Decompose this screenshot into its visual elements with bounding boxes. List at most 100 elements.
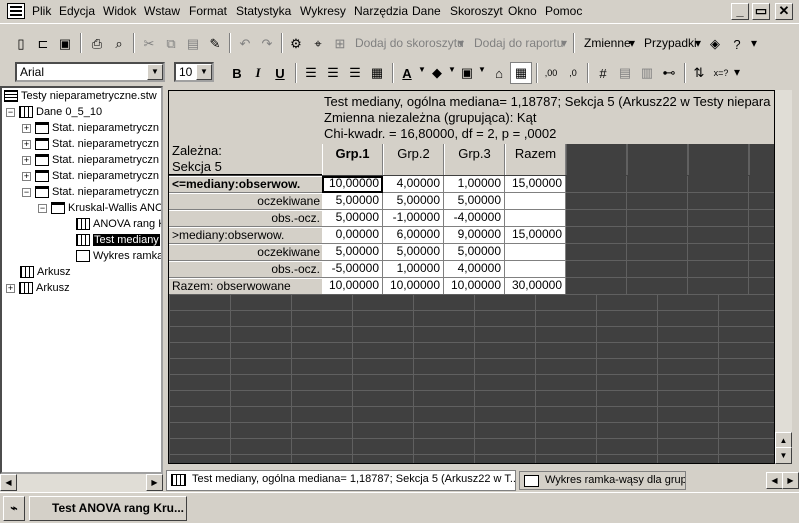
formula-icon[interactable]: x=? (710, 62, 732, 84)
table-cell[interactable]: -1,00000 (383, 210, 444, 227)
help-icon[interactable]: ? (726, 33, 748, 55)
toolbar-overflow-icon[interactable]: ▾ (751, 36, 757, 50)
tree-median-test[interactable]: Test mediany (76, 232, 160, 248)
open-folder-icon[interactable]: ⊏ (32, 33, 54, 55)
chart-icon[interactable]: ⌁ (3, 496, 25, 521)
table-cell[interactable] (505, 210, 566, 227)
cases-button[interactable]: Przypadki (644, 36, 697, 50)
scroll-down-icon[interactable]: ▼ (775, 447, 792, 464)
restore-button[interactable]: ▭ (752, 3, 770, 20)
collapse-icon[interactable]: − (22, 187, 31, 197)
copy-icon[interactable]: ⧉ (160, 33, 182, 55)
tree-sheet[interactable]: Arkusz (20, 264, 71, 280)
results-spreadsheet[interactable]: Test mediany, ogólna mediana= 1,18787; S… (168, 90, 775, 464)
menu-format[interactable]: Format (189, 4, 227, 18)
tree-kruskal[interactable]: − Kruskal-Wallis ANC (38, 200, 161, 216)
sheet-vertical-scrollbar[interactable]: ▲ ▼ (775, 90, 792, 464)
minimize-button[interactable]: _ (731, 3, 749, 20)
expand-icon[interactable]: + (6, 283, 15, 293)
table-cell[interactable] (505, 193, 566, 210)
row-label[interactable]: Razem: obserwowane (169, 278, 322, 295)
borders-icon[interactable]: ▣ (456, 62, 478, 84)
grid-table-icon[interactable]: # (592, 62, 614, 84)
tree-stat-item[interactable]: + Stat. nieparametryczn (22, 120, 159, 136)
align-right-icon[interactable]: ☰ (344, 62, 366, 84)
table-cell[interactable]: 30,00000 (505, 278, 566, 295)
font-select[interactable]: Arial ▼ (15, 62, 165, 82)
tree-horizontal-scrollbar[interactable]: ◀ ▶ (0, 474, 163, 492)
tree-root[interactable]: Testy nieparametryczne.stw (4, 88, 157, 104)
workbook-tree[interactable]: Testy nieparametryczne.stw − Dane 0_5_10… (0, 86, 163, 474)
cell-format-icon[interactable]: ▦ (366, 62, 388, 84)
table-cell[interactable]: 5,00000 (444, 193, 505, 210)
table-cell[interactable]: -4,00000 (444, 210, 505, 227)
add-to-workbook-dropdown-icon[interactable]: ▾ (458, 36, 464, 50)
expand-icon[interactable]: + (22, 139, 31, 149)
font-color-dropdown-icon[interactable]: ▼ (418, 65, 426, 74)
borders-dropdown-icon[interactable]: ▼ (478, 65, 486, 74)
table-cell[interactable]: 5,00000 (383, 244, 444, 261)
add-to-report-dropdown-icon[interactable]: ▾ (561, 36, 567, 50)
fill-color-dropdown-icon[interactable]: ▼ (448, 65, 456, 74)
save-icon[interactable]: ▣ (54, 33, 76, 55)
tree-stat-item[interactable]: + Stat. nieparametryczn (22, 136, 159, 152)
table-tool-icon[interactable]: ▤ (614, 62, 636, 84)
close-button[interactable]: ✕ (775, 3, 793, 20)
variables-dropdown-icon[interactable]: ▾ (629, 36, 635, 50)
tree-anova[interactable]: ANOVA rang K (76, 216, 161, 232)
table-cell[interactable]: 10,00000 (322, 176, 383, 193)
graph-tool-icon[interactable]: ▥ (636, 62, 658, 84)
variables-button[interactable]: Zmienne (584, 36, 631, 50)
align-center-icon[interactable]: ☰ (322, 62, 344, 84)
menu-wstaw[interactable]: Wstaw (144, 4, 180, 18)
underline-button[interactable]: U (269, 62, 291, 84)
bold-button[interactable]: B (226, 62, 248, 84)
table-cell[interactable]: 15,00000 (505, 176, 566, 193)
align-left-icon[interactable]: ☰ (300, 62, 322, 84)
gridlines-icon[interactable]: ▦ (510, 62, 532, 84)
sort-icon[interactable]: ⇅ (688, 62, 710, 84)
table-cell[interactable]: 15,00000 (505, 227, 566, 244)
column-header[interactable]: Grp.3 (444, 144, 505, 175)
row-label[interactable]: obs.-ocz. (169, 261, 322, 278)
table-cell[interactable]: 4,00000 (383, 176, 444, 193)
scroll-right-icon[interactable]: ▶ (146, 474, 163, 491)
table-cell[interactable]: 5,00000 (322, 193, 383, 210)
table-cell[interactable]: -5,00000 (322, 261, 383, 278)
menu-okno[interactable]: Okno (508, 4, 537, 18)
tab-scroll-right-icon[interactable]: ▶ (782, 472, 799, 489)
font-size-dropdown-icon[interactable]: ▼ (196, 64, 212, 80)
print-icon[interactable]: ⎙ (86, 33, 108, 55)
table-cell[interactable]: 5,00000 (322, 244, 383, 261)
table-cell[interactable]: 5,00000 (383, 193, 444, 210)
tree-stat-item[interactable]: + Stat. nieparametryczn (22, 152, 159, 168)
tree-sheet[interactable]: + Arkusz (6, 280, 70, 296)
collapse-icon[interactable]: − (38, 203, 47, 213)
find-icon[interactable]: ⌖ (307, 33, 329, 55)
add-to-workbook-button[interactable]: Dodaj do skoroszytu (355, 36, 464, 50)
cut-icon[interactable]: ✂ (138, 33, 160, 55)
font-size-select[interactable]: 10 ▼ (174, 62, 214, 82)
table-cell[interactable]: 5,00000 (444, 244, 505, 261)
weight-icon[interactable]: ⊷ (658, 62, 680, 84)
table-cell[interactable]: 1,00000 (444, 176, 505, 193)
tag-icon[interactable]: ⌂ (488, 62, 510, 84)
menu-pomoc[interactable]: Pomoc (545, 4, 582, 18)
fill-color-icon[interactable]: ◆ (426, 62, 448, 84)
row-label[interactable]: <=mediany:obserwow. (169, 176, 322, 193)
undo-icon[interactable]: ↶ (234, 33, 256, 55)
column-header[interactable]: Grp.2 (383, 144, 444, 175)
row-label[interactable]: oczekiwane (169, 193, 322, 210)
table-cell[interactable]: 5,00000 (322, 210, 383, 227)
cases-dropdown-icon[interactable]: ▾ (695, 36, 701, 50)
table-cell[interactable]: 0,00000 (322, 227, 383, 244)
add-to-workbook-icon[interactable]: ⊞ (329, 33, 351, 55)
column-header[interactable]: Razem (505, 144, 566, 175)
task-anova-button[interactable]: Test ANOVA rang Kru... (29, 496, 187, 521)
table-cell[interactable]: 10,00000 (322, 278, 383, 295)
tab-scroll-left-icon[interactable]: ◀ (766, 472, 783, 489)
add-to-report-button[interactable]: Dodaj do raportu (474, 36, 563, 50)
tab-boxplot[interactable]: Wykres ramka-wąsy dla grup (519, 471, 686, 490)
menu-wykresy[interactable]: Wykresy (300, 4, 346, 18)
collapse-icon[interactable]: − (6, 107, 15, 117)
